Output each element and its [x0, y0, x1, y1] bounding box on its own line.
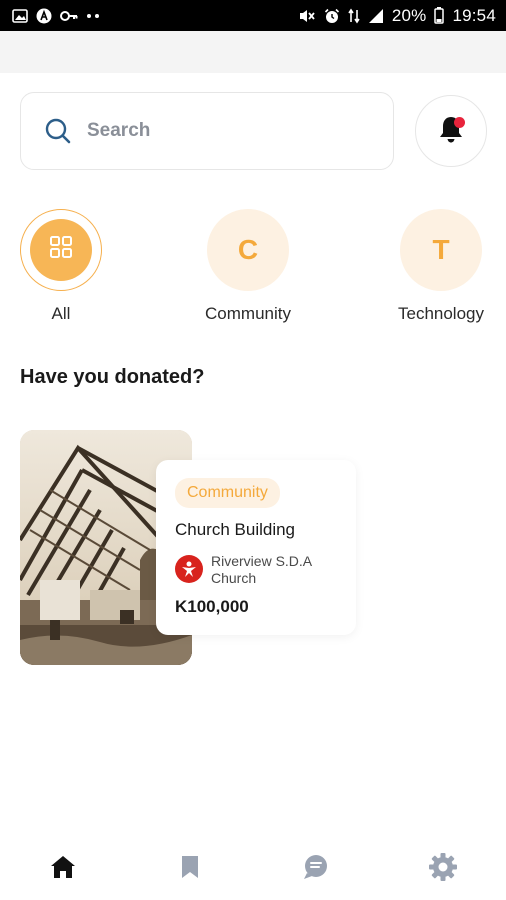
section-title: Have you donated? [20, 366, 205, 388]
signal-icon [368, 8, 384, 24]
data-icon [348, 8, 360, 24]
status-bar: 20% 19:54 [0, 0, 506, 31]
search-icon [43, 116, 73, 146]
grid-icon [49, 234, 73, 266]
alarm-icon [324, 8, 340, 24]
gallery-icon [12, 8, 28, 23]
organization-logo-icon [175, 555, 203, 583]
battery-icon [434, 7, 445, 24]
notifications-button[interactable] [415, 95, 487, 167]
nav-bookmarks[interactable] [127, 840, 254, 900]
battery-percent: 20% [391, 5, 427, 25]
search-input[interactable] [87, 120, 367, 142]
category-badge: Community [175, 478, 280, 508]
notification-dot [454, 117, 465, 128]
search-bar[interactable] [20, 92, 394, 170]
category-community[interactable]: C Community [193, 209, 303, 324]
organization-name: Riverview S.D.A Church [211, 553, 312, 586]
mute-icon [298, 8, 316, 24]
chat-icon [301, 853, 331, 886]
more-notifications-icon [86, 13, 100, 19]
category-technology[interactable]: T Technology [386, 209, 496, 324]
status-right: 20% 19:54 [298, 6, 496, 26]
category-all-inner [30, 219, 92, 281]
category-label: Technology [397, 304, 484, 323]
key-icon [60, 10, 78, 22]
bookmark-icon [180, 854, 200, 885]
category-all-circle [20, 209, 102, 291]
organization: Riverview S.D.A Church [175, 553, 356, 587]
app-bar [0, 31, 506, 73]
category-all[interactable]: All [6, 209, 116, 324]
category-technology-circle: T [400, 209, 482, 291]
home-icon [49, 854, 77, 885]
donation-amount: K100,000 [175, 597, 249, 616]
status-left [12, 8, 100, 24]
category-label: All [51, 304, 71, 323]
bottom-nav [0, 840, 506, 900]
nav-home[interactable] [0, 840, 127, 900]
category-community-circle: C [207, 209, 289, 291]
nav-messages[interactable] [253, 840, 380, 900]
nav-settings[interactable] [380, 840, 506, 900]
project-title: Church Building [175, 520, 296, 539]
clock: 19:54 [452, 5, 496, 25]
donation-card[interactable]: Community Church Building Riverview S.D.… [156, 460, 356, 635]
category-label: Community [205, 304, 291, 323]
gear-icon [428, 852, 458, 887]
app-icon [36, 8, 52, 24]
